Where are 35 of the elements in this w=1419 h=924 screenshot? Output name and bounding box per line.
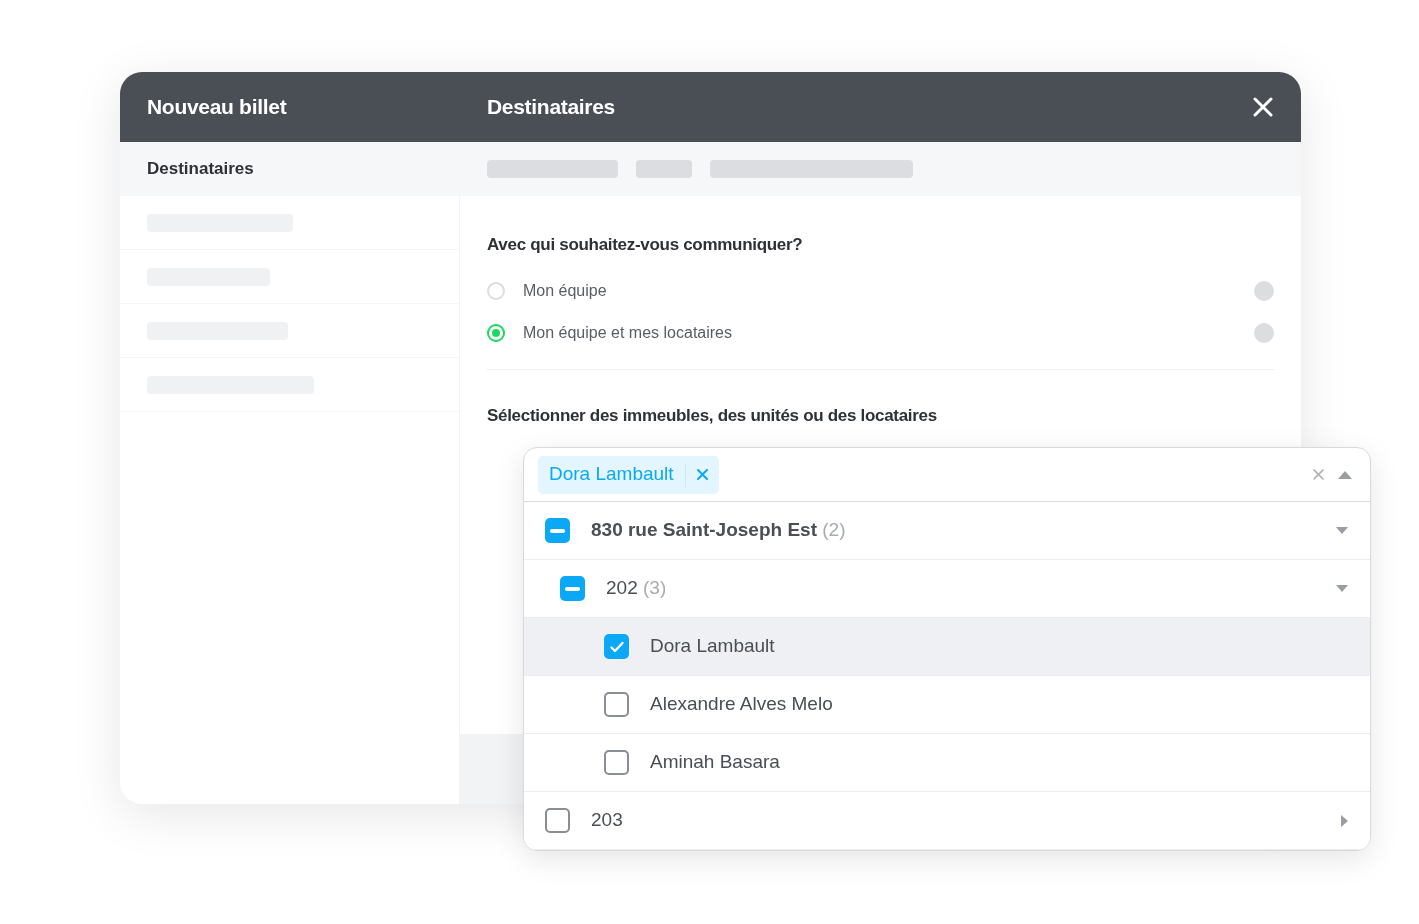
panel-title: Destinataires xyxy=(486,94,615,121)
radio-button[interactable] xyxy=(487,281,505,300)
tree-label: 203 xyxy=(591,808,623,833)
tree-row[interactable]: Aminah Basara xyxy=(524,734,1370,792)
tree-row[interactable]: 202 (3) xyxy=(524,560,1370,618)
caret-down-icon[interactable] xyxy=(1336,527,1348,534)
section-heading: Sélectionner des immeubles, des unités ou des locataires xyxy=(487,404,938,427)
minus-icon xyxy=(550,528,565,533)
tree-label: Aminah Basara xyxy=(650,750,780,775)
checkbox[interactable] xyxy=(604,634,629,659)
caret-right-icon[interactable] xyxy=(1341,814,1348,827)
checkbox[interactable] xyxy=(604,692,629,717)
section-label: Destinataires xyxy=(146,158,255,181)
caret-down-icon[interactable] xyxy=(1336,585,1348,592)
checkbox[interactable] xyxy=(604,750,629,775)
checkbox[interactable] xyxy=(560,576,585,601)
clear-icon[interactable] xyxy=(1313,469,1324,480)
minus-icon xyxy=(565,586,580,591)
tree-label: Dora Lambault xyxy=(650,634,775,659)
option-label: Mon équipe et mes locataires xyxy=(523,322,732,343)
tree-row[interactable]: 203 xyxy=(524,792,1370,850)
tree-row[interactable]: Dora Lambault xyxy=(524,618,1370,676)
tree-row[interactable]: Alexandre Alves Melo xyxy=(524,676,1370,734)
question-heading: Avec qui souhaitez-vous communiquer? xyxy=(487,234,804,256)
dialog-title: Nouveau billet xyxy=(146,94,288,121)
tree-row[interactable]: 830 rue Saint-Joseph Est (2) xyxy=(524,502,1370,560)
tree-label: 202 (3) xyxy=(606,576,667,601)
tree-label: Alexandre Alves Melo xyxy=(650,692,833,717)
caret-up-icon[interactable] xyxy=(1338,470,1352,479)
checkbox[interactable] xyxy=(545,518,570,543)
skeleton-bar xyxy=(636,160,692,178)
radio-button[interactable] xyxy=(487,323,505,342)
option-label: Mon équipe xyxy=(523,280,607,301)
tree-label: 830 rue Saint-Joseph Est (2) xyxy=(591,518,846,543)
checkbox[interactable] xyxy=(545,808,570,833)
